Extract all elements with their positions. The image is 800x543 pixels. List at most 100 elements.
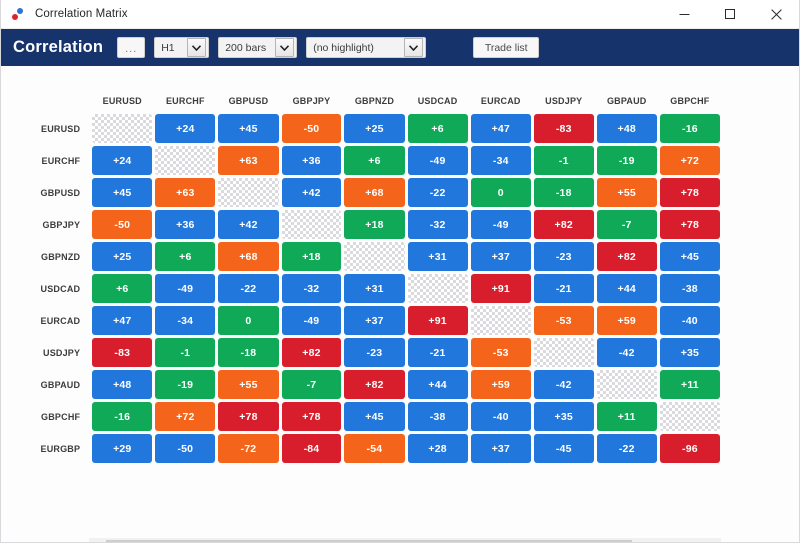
matrix-cell[interactable]: +11: [596, 402, 657, 431]
matrix-cell[interactable]: +44: [407, 370, 468, 399]
matrix-cell[interactable]: +42: [218, 210, 279, 239]
matrix-cell[interactable]: +28: [407, 434, 468, 463]
matrix-cell[interactable]: -50: [92, 210, 153, 239]
matrix-cell[interactable]: +42: [281, 178, 342, 207]
matrix-cell[interactable]: -53: [470, 338, 531, 367]
scroll-right-button[interactable]: [704, 538, 721, 542]
matrix-cell[interactable]: -42: [533, 370, 594, 399]
minimize-button[interactable]: [661, 0, 707, 29]
matrix-cell[interactable]: +45: [344, 402, 405, 431]
matrix-cell[interactable]: +6: [155, 242, 216, 271]
matrix-cell[interactable]: +48: [92, 370, 153, 399]
matrix-cell[interactable]: -83: [533, 114, 594, 143]
matrix-cell[interactable]: +48: [596, 114, 657, 143]
matrix-cell[interactable]: +45: [92, 178, 153, 207]
matrix-cell[interactable]: -53: [533, 306, 594, 335]
matrix-cell[interactable]: -1: [533, 146, 594, 175]
matrix-cell[interactable]: -49: [470, 210, 531, 239]
matrix-cell[interactable]: +55: [218, 370, 279, 399]
matrix-cell[interactable]: -7: [596, 210, 657, 239]
matrix-cell[interactable]: +18: [344, 210, 405, 239]
matrix-cell[interactable]: +59: [596, 306, 657, 335]
matrix-cell[interactable]: -7: [281, 370, 342, 399]
matrix-cell[interactable]: -16: [92, 402, 153, 431]
matrix-cell[interactable]: +82: [344, 370, 405, 399]
matrix-cell[interactable]: +82: [596, 242, 657, 271]
matrix-cell[interactable]: +35: [659, 338, 720, 367]
matrix-cell[interactable]: -34: [470, 146, 531, 175]
matrix-cell[interactable]: -40: [470, 402, 531, 431]
matrix-cell[interactable]: +68: [344, 178, 405, 207]
matrix-cell[interactable]: +47: [470, 114, 531, 143]
matrix-cell[interactable]: +37: [470, 434, 531, 463]
matrix-cell[interactable]: -16: [659, 114, 720, 143]
matrix-cell[interactable]: +78: [659, 210, 720, 239]
matrix-cell[interactable]: +31: [344, 274, 405, 303]
matrix-cell[interactable]: -22: [407, 178, 468, 207]
matrix-cell[interactable]: +63: [218, 146, 279, 175]
matrix-cell[interactable]: +78: [659, 178, 720, 207]
matrix-cell[interactable]: +24: [155, 114, 216, 143]
matrix-cell[interactable]: +72: [155, 402, 216, 431]
matrix-cell[interactable]: -19: [596, 146, 657, 175]
matrix-cell[interactable]: -21: [533, 274, 594, 303]
matrix-cell[interactable]: -18: [533, 178, 594, 207]
matrix-cell[interactable]: -23: [533, 242, 594, 271]
scrollbar-track[interactable]: [106, 538, 704, 542]
matrix-cell[interactable]: -84: [281, 434, 342, 463]
matrix-cell[interactable]: +59: [470, 370, 531, 399]
matrix-cell[interactable]: +91: [470, 274, 531, 303]
trade-list-button[interactable]: Trade list: [473, 37, 540, 58]
matrix-cell[interactable]: +45: [659, 242, 720, 271]
matrix-cell[interactable]: +37: [344, 306, 405, 335]
matrix-cell[interactable]: -54: [344, 434, 405, 463]
matrix-cell[interactable]: -32: [407, 210, 468, 239]
matrix-cell[interactable]: +11: [659, 370, 720, 399]
matrix-cell[interactable]: +91: [407, 306, 468, 335]
scroll-left-button[interactable]: [89, 538, 106, 542]
matrix-cell[interactable]: +36: [281, 146, 342, 175]
matrix-cell[interactable]: +63: [155, 178, 216, 207]
matrix-cell[interactable]: -18: [218, 338, 279, 367]
matrix-cell[interactable]: -42: [596, 338, 657, 367]
matrix-cell[interactable]: +24: [92, 146, 153, 175]
matrix-cell[interactable]: +25: [344, 114, 405, 143]
matrix-cell[interactable]: +82: [533, 210, 594, 239]
matrix-cell[interactable]: +44: [596, 274, 657, 303]
chevron-down-icon[interactable]: [187, 38, 207, 57]
matrix-cell[interactable]: +6: [92, 274, 153, 303]
matrix-cell[interactable]: +31: [407, 242, 468, 271]
matrix-cell[interactable]: +6: [344, 146, 405, 175]
matrix-cell[interactable]: +37: [470, 242, 531, 271]
matrix-cell[interactable]: +47: [92, 306, 153, 335]
matrix-cell[interactable]: +72: [659, 146, 720, 175]
bars-select[interactable]: 200 bars: [218, 37, 298, 58]
matrix-cell[interactable]: +6: [407, 114, 468, 143]
matrix-cell[interactable]: +78: [281, 402, 342, 431]
matrix-cell[interactable]: +29: [92, 434, 153, 463]
matrix-cell[interactable]: -49: [407, 146, 468, 175]
matrix-cell[interactable]: -1: [155, 338, 216, 367]
chevron-down-icon[interactable]: [275, 38, 295, 57]
highlight-select[interactable]: (no highlight): [306, 37, 427, 58]
matrix-cell[interactable]: +36: [155, 210, 216, 239]
scrollbar-thumb[interactable]: [106, 540, 633, 542]
matrix-cell[interactable]: -96: [659, 434, 720, 463]
matrix-cell[interactable]: -38: [407, 402, 468, 431]
matrix-cell[interactable]: +82: [281, 338, 342, 367]
matrix-cell[interactable]: 0: [218, 306, 279, 335]
matrix-cell[interactable]: +78: [218, 402, 279, 431]
matrix-cell[interactable]: +35: [533, 402, 594, 431]
matrix-cell[interactable]: 0: [470, 178, 531, 207]
close-button[interactable]: [753, 0, 799, 29]
matrix-cell[interactable]: -49: [281, 306, 342, 335]
matrix-cell[interactable]: +68: [218, 242, 279, 271]
maximize-button[interactable]: [707, 0, 753, 29]
matrix-cell[interactable]: -72: [218, 434, 279, 463]
matrix-cell[interactable]: -19: [155, 370, 216, 399]
matrix-cell[interactable]: -34: [155, 306, 216, 335]
matrix-cell[interactable]: -83: [92, 338, 153, 367]
matrix-cell[interactable]: +25: [92, 242, 153, 271]
matrix-cell[interactable]: -22: [596, 434, 657, 463]
matrix-cell[interactable]: +45: [218, 114, 279, 143]
